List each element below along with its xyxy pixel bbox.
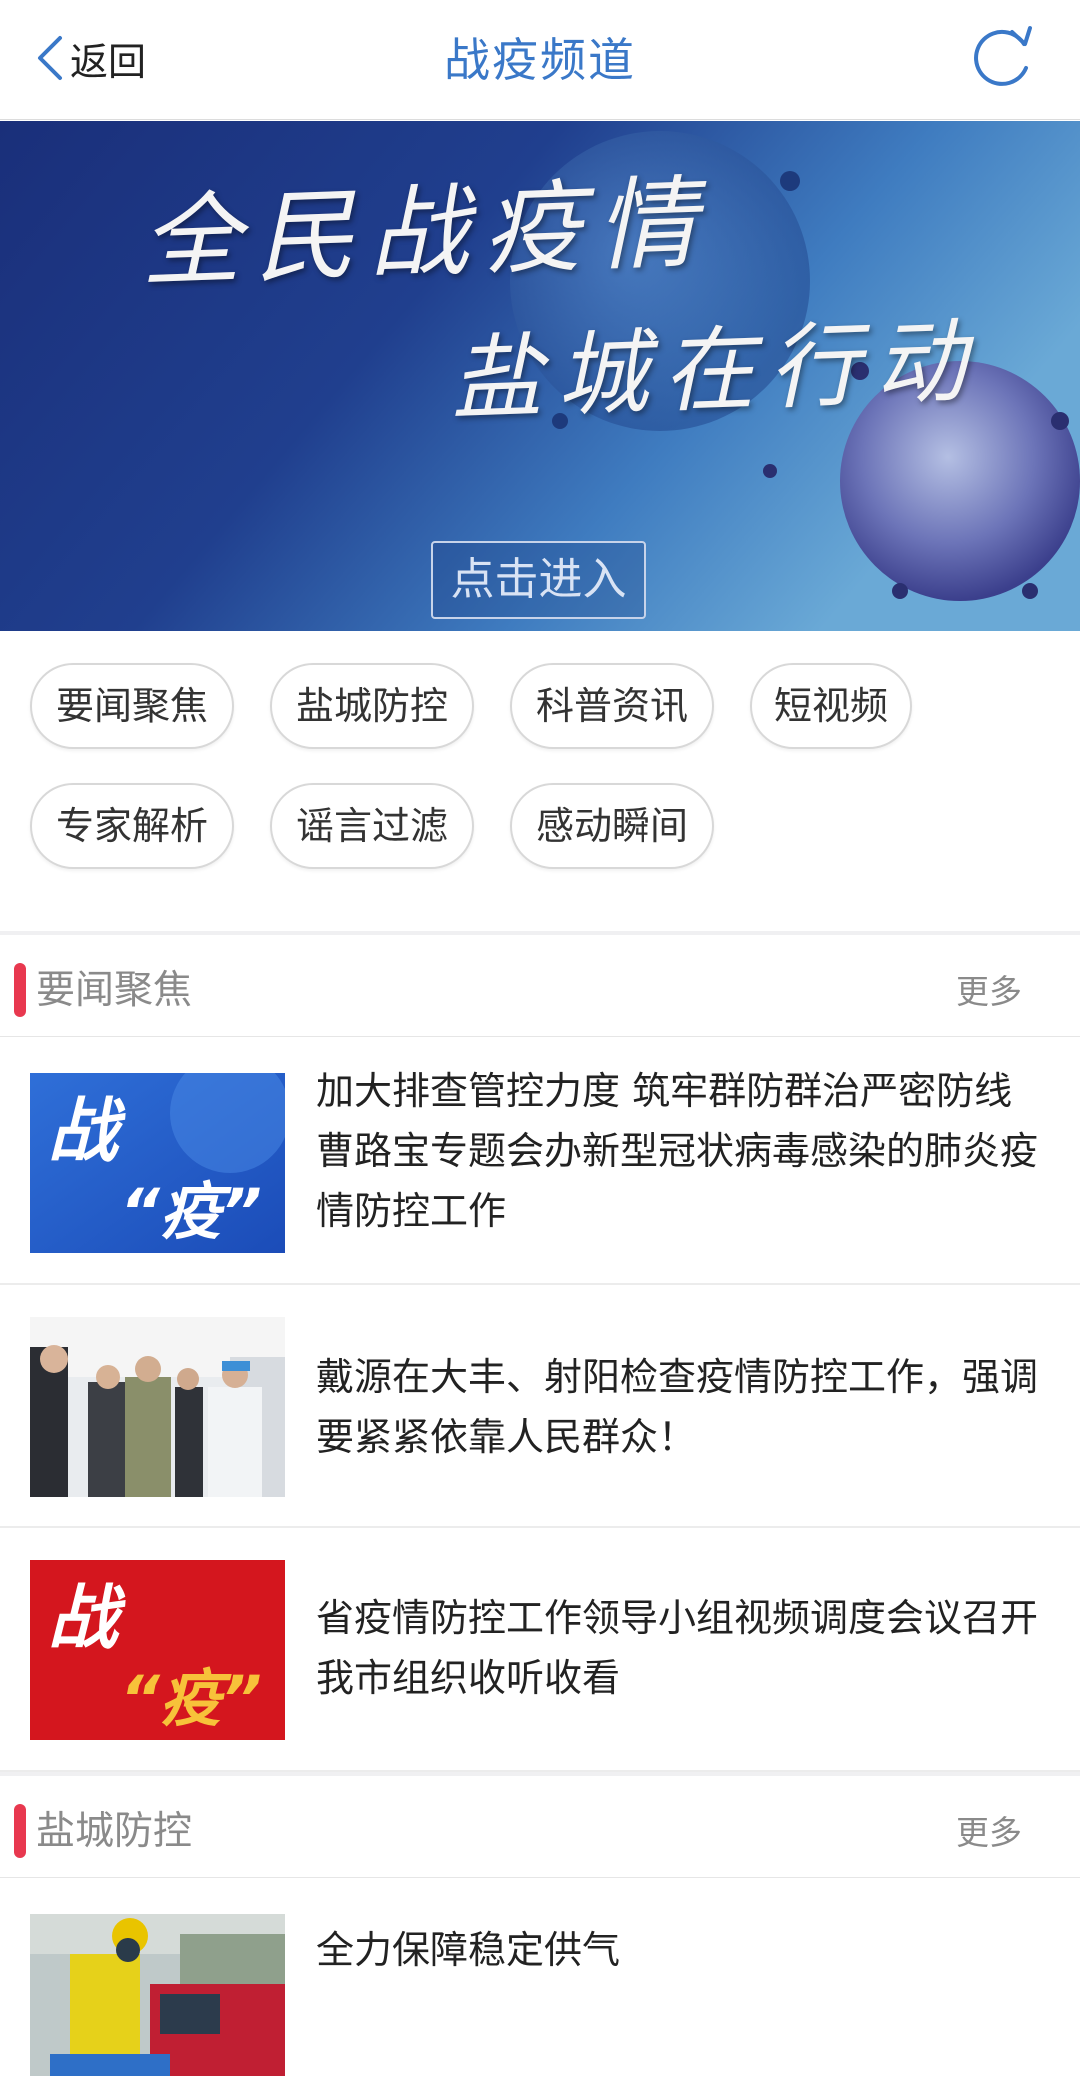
- section-header: 要闻聚焦 更多: [0, 935, 1080, 1037]
- news-item[interactable]: 战 “疫” 省疫情防控工作领导小组视频调度会议召开 我市组织收听收看: [0, 1528, 1080, 1772]
- tag-science-info[interactable]: 科普资讯: [510, 663, 714, 749]
- news-headline: 加大排查管控力度 筑牢群防群治严密防线 曹路宝专题会办新型冠状病毒感染的肺炎疫情…: [316, 1069, 1039, 1233]
- banner-headline-2: 盐城在行动: [448, 307, 983, 434]
- news-item[interactable]: 戴源在大丰、射阳检查疫情防控工作，强调要紧紧依靠人民群众！: [0, 1285, 1080, 1528]
- section-title: 盐城防控: [36, 1809, 193, 1854]
- category-tags: 要闻聚焦 盐城防控 科普资讯 短视频 专家解析 谣言过滤 感动瞬间: [0, 631, 1080, 931]
- thumb-text-1: 战: [48, 1577, 126, 1659]
- more-link[interactable]: 更多: [956, 1806, 1022, 1854]
- news-item[interactable]: 全力保障稳定供气: [0, 1878, 1080, 2076]
- zhan-yi-blue-thumbnail: 战 “疫”: [30, 1073, 285, 1253]
- gas-worker-photo-thumbnail: [30, 1914, 285, 2076]
- more-link[interactable]: 更多: [956, 965, 1022, 1013]
- tag-rumor-filter[interactable]: 谣言过滤: [270, 783, 474, 869]
- refresh-icon[interactable]: [966, 22, 1038, 94]
- news-headline: 戴源在大丰、射阳检查疫情防控工作，强调要紧紧依靠人民群众！: [316, 1355, 1039, 1459]
- news-headline: 省疫情防控工作领导小组视频调度会议召开 我市组织收听收看: [316, 1596, 1039, 1700]
- thumb-text-2: “疫”: [120, 1662, 262, 1735]
- section-accent-bar: [14, 1804, 26, 1858]
- enter-button[interactable]: 点击进入: [431, 541, 646, 619]
- channel-banner[interactable]: 全民战疫情 盐城在行动 点击进入: [0, 121, 1080, 631]
- tag-important-news[interactable]: 要闻聚焦: [30, 663, 234, 749]
- section-accent-bar: [14, 963, 26, 1017]
- tag-yancheng-control[interactable]: 盐城防控: [270, 663, 474, 749]
- tag-short-video[interactable]: 短视频: [750, 663, 912, 749]
- inspection-photo-thumbnail: [30, 1317, 285, 1497]
- news-headline: 全力保障稳定供气: [316, 1928, 621, 1972]
- page: 返回 战疫频道 全民战疫情 盐城在行动 点击进入 要闻聚焦 盐城防控 科普资讯 …: [0, 0, 1080, 2076]
- news-item[interactable]: 战 “疫” 加大排查管控力度 筑牢群防群治严密防线 曹路宝专题会办新型冠状病毒感…: [0, 1037, 1080, 1285]
- zhan-yi-red-thumbnail: 战 “疫”: [30, 1560, 285, 1740]
- banner-headline-1: 全民战疫情: [138, 164, 713, 301]
- page-title: 战疫频道: [444, 33, 636, 87]
- tag-touching-moments[interactable]: 感动瞬间: [510, 783, 714, 869]
- top-navigation-bar: 返回 战疫频道: [0, 0, 1080, 120]
- thumb-text-1: 战: [48, 1090, 126, 1172]
- tag-expert-analysis[interactable]: 专家解析: [30, 783, 234, 869]
- section-title: 要闻聚焦: [36, 968, 193, 1013]
- section-header: 盐城防控 更多: [0, 1776, 1080, 1878]
- thumb-text-2: “疫”: [120, 1175, 262, 1248]
